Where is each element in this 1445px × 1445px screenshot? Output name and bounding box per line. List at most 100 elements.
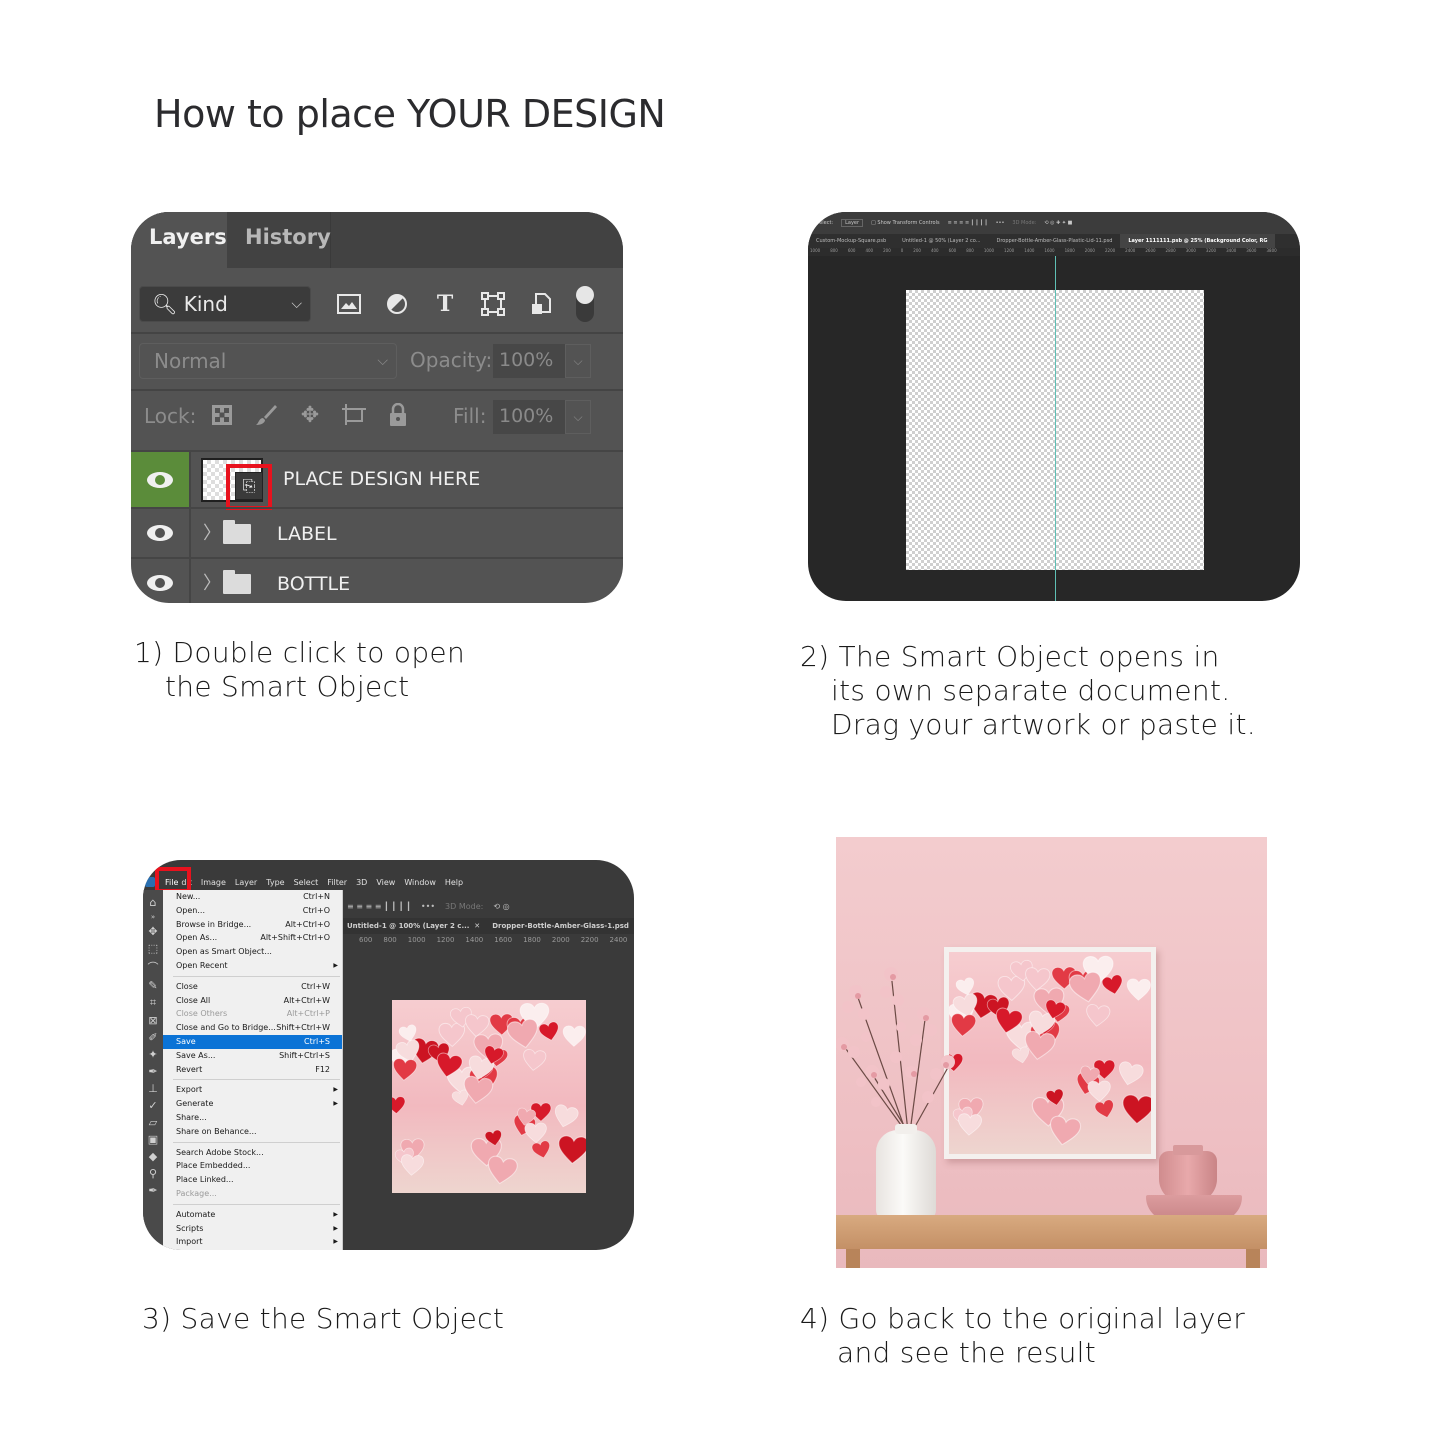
fill-dropdown-chevron-icon[interactable]: ⌵: [565, 400, 591, 434]
auto-select-dropdown[interactable]: Layer: [841, 219, 864, 227]
gradient-tool-icon[interactable]: ▣: [148, 1133, 158, 1146]
menu-item-revert[interactable]: Revert F12: [163, 1063, 342, 1077]
shape-filter-icon[interactable]: [479, 290, 507, 318]
document-tab[interactable]: Custom-Mockup-Square.psb: [808, 238, 894, 244]
dodge-tool-icon[interactable]: ⚲: [149, 1167, 157, 1180]
opacity-dropdown-chevron-icon[interactable]: ⌵: [565, 344, 591, 378]
ruler-tick-label: 2000: [551, 936, 570, 944]
menu-item-browse-in-bridge[interactable]: Browse in Bridge... Alt+Ctrl+O: [163, 918, 342, 932]
type-filter-icon[interactable]: T: [431, 290, 459, 318]
lock-artboard-icon[interactable]: [339, 400, 369, 430]
visibility-toggle[interactable]: [131, 452, 191, 507]
menu-item-automate[interactable]: Automate ▶: [163, 1208, 342, 1222]
menu-item-import[interactable]: Import ▶: [163, 1235, 342, 1249]
center-guide-line[interactable]: [1055, 256, 1056, 601]
align-icons[interactable]: ≡ ≡ ≡ ≡ ┃ ┃ ┃ ┃: [347, 902, 411, 911]
opacity-input[interactable]: 100%: [493, 344, 565, 378]
move-tool-icon[interactable]: ✥: [148, 925, 157, 938]
menu-item-open-recent[interactable]: Open Recent ▶: [163, 959, 342, 973]
menu-item-shortcut: Ctrl+S: [303, 1036, 330, 1046]
brush-tool-icon[interactable]: ✒: [148, 1065, 157, 1078]
document-tab[interactable]: Dropper-Bottle-Amber-Glass-1.psd: [492, 922, 629, 930]
document-tab[interactable]: Untitled-1 @ 50% (Layer 2 co...: [894, 238, 988, 244]
align-icons[interactable]: ≡ ≡ ≡ ≡ ┃ ┃ ┃ ┃: [948, 220, 988, 226]
tab-history[interactable]: History: [227, 212, 331, 268]
adjustment-filter-icon[interactable]: [383, 290, 411, 318]
image-filter-icon[interactable]: [335, 290, 363, 318]
menu-filter[interactable]: Filter: [327, 878, 347, 887]
kind-filter-dropdown[interactable]: 🔍︎ Kind ⌵: [139, 286, 311, 322]
layer-row-label[interactable]: 〉 LABEL: [131, 507, 623, 557]
menu-item-close[interactable]: Close Ctrl+W: [163, 980, 342, 994]
lasso-tool-icon[interactable]: ⌒: [148, 959, 159, 975]
menu-view[interactable]: View: [376, 878, 395, 887]
visibility-toggle[interactable]: [131, 509, 191, 557]
filter-toggle-switch[interactable]: [576, 286, 594, 322]
3d-controls-icons[interactable]: ⟲ ◎: [493, 902, 509, 911]
menu-type[interactable]: Type: [266, 878, 284, 887]
blur-tool-icon[interactable]: ◆: [149, 1150, 157, 1163]
menu-item-place-embedded[interactable]: Place Embedded...: [163, 1159, 342, 1173]
eraser-tool-icon[interactable]: ▱: [149, 1116, 157, 1129]
quick-select-tool-icon[interactable]: ✎: [148, 979, 157, 992]
menu-item-export[interactable]: Export ▶: [163, 1083, 342, 1097]
more-icon[interactable]: •••: [996, 220, 1005, 226]
menu-image[interactable]: Image: [201, 878, 226, 887]
lock-transparent-pixels-icon[interactable]: [207, 400, 237, 430]
expand-icon[interactable]: »: [151, 913, 155, 921]
eye-icon: [147, 525, 173, 541]
menu-item-close-all[interactable]: Close All Alt+Ctrl+W: [163, 994, 342, 1008]
menu-item-package[interactable]: Package...: [163, 1187, 342, 1201]
document-tab[interactable]: Untitled-1 @ 100% (Layer 2 c... ✕: [347, 922, 480, 930]
blend-mode-dropdown[interactable]: Normal ⌵: [139, 343, 397, 379]
layer-row-place-design-here[interactable]: ⎘ PLACE DESIGN HERE: [131, 450, 623, 510]
chevron-right-icon[interactable]: 〉: [203, 509, 221, 559]
menu-layer[interactable]: Layer: [235, 878, 257, 887]
lock-position-icon[interactable]: ✥: [295, 400, 325, 430]
menu-help[interactable]: Help: [445, 878, 463, 887]
menu-window[interactable]: Window: [404, 878, 436, 887]
title-prefix: How to place: [154, 92, 408, 136]
menu-item-place-linked[interactable]: Place Linked...: [163, 1173, 342, 1187]
layer-row-bottle[interactable]: 〉 BOTTLE: [131, 557, 623, 603]
menu-3d[interactable]: 3D: [356, 878, 367, 887]
menu-item-generate[interactable]: Generate ▶: [163, 1097, 342, 1111]
menu-item-save-as[interactable]: Save As... Shift+Ctrl+S: [163, 1049, 342, 1063]
menu-item-share[interactable]: Share...: [163, 1111, 342, 1125]
document-tab-active[interactable]: Layer 1111111.psb @ 25% (Background Colo…: [1120, 234, 1276, 248]
ruler-tick-label: 3800: [1266, 248, 1277, 253]
menu-item-new[interactable]: New... Ctrl+N: [163, 890, 342, 904]
transform-controls-checkbox[interactable]: □ Show Transform Controls: [871, 220, 940, 226]
menu-item-search-adobe-stock[interactable]: Search Adobe Stock...: [163, 1146, 342, 1160]
crop-tool-icon[interactable]: ⌗: [150, 996, 156, 1010]
menu-item-close-and-go-to-bridge[interactable]: Close and Go to Bridge... Shift+Ctrl+W: [163, 1021, 342, 1035]
document-canvas-with-design[interactable]: [392, 1000, 586, 1193]
home-icon[interactable]: ⌂: [150, 896, 157, 909]
history-brush-tool-icon[interactable]: ✓: [148, 1099, 157, 1112]
visibility-toggle[interactable]: [131, 559, 191, 603]
menu-item-share-on-behance[interactable]: Share on Behance...: [163, 1125, 342, 1139]
tab-layers[interactable]: Layers: [131, 212, 227, 268]
eyedropper-tool-icon[interactable]: ✐: [148, 1031, 157, 1044]
3d-controls-icons[interactable]: ⟲ ◎ ✚ ✦ ■: [1044, 220, 1072, 226]
frame-tool-icon[interactable]: ⊠: [148, 1014, 157, 1027]
menu-item-open[interactable]: Open... Ctrl+O: [163, 904, 342, 918]
menu-item-save[interactable]: Save Ctrl+S: [163, 1034, 342, 1049]
more-icon[interactable]: •••: [421, 902, 435, 911]
fill-input[interactable]: 100%: [493, 400, 565, 434]
menu-select[interactable]: Select: [294, 878, 319, 887]
lock-image-pixels-icon[interactable]: [251, 400, 281, 430]
menu-item-open-as-smart-object[interactable]: Open as Smart Object...: [163, 945, 342, 959]
pen-tool-icon[interactable]: ✒: [148, 1184, 157, 1197]
menu-item-open-as[interactable]: Open As... Alt+Shift+Ctrl+O: [163, 931, 342, 945]
chevron-right-icon[interactable]: 〉: [203, 559, 221, 603]
ruler-tick-label: 0: [900, 248, 904, 253]
smart-object-filter-icon[interactable]: [527, 290, 555, 318]
lock-all-icon[interactable]: [383, 400, 413, 430]
stamp-tool-icon[interactable]: ⊥: [148, 1082, 158, 1095]
menu-item-scripts[interactable]: Scripts ▶: [163, 1222, 342, 1236]
menu-item-close-others[interactable]: Close Others Alt+Ctrl+P: [163, 1007, 342, 1021]
marquee-tool-icon[interactable]: ⬚: [148, 942, 158, 955]
healing-brush-tool-icon[interactable]: ✦: [148, 1048, 157, 1061]
document-tab[interactable]: Dropper-Bottle-Amber-Glass-Plastic-Lid-1…: [989, 238, 1121, 244]
